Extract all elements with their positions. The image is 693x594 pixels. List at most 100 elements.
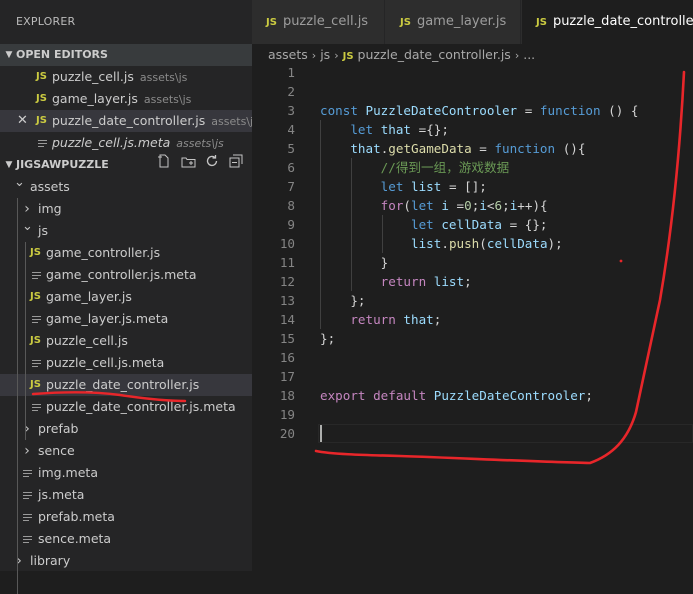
code-line[interactable]: 1 [252, 63, 693, 82]
file-item[interactable]: JS puzzle_date_controller.js [0, 374, 252, 396]
code-line[interactable]: 20 [252, 424, 693, 443]
folder-item[interactable]: › sence [0, 440, 252, 462]
open-editor-item[interactable]: JS puzzle_cell.js assets\js [0, 66, 252, 88]
code-token: let [411, 198, 442, 213]
collapse-all-icon[interactable] [228, 154, 244, 176]
code-token: ; [585, 388, 593, 403]
meta-file-icon [23, 514, 32, 523]
code-token: ; [464, 274, 472, 289]
file-name: puzzle_cell.js.meta [52, 135, 171, 150]
file-item[interactable]: JS game_layer.js [0, 286, 252, 308]
code-line[interactable]: 4 let that ={}; [252, 120, 693, 139]
code-token: function [539, 103, 601, 118]
code-line[interactable]: 19 [252, 405, 693, 424]
file-item[interactable]: game_layer.js.meta [0, 308, 252, 330]
code-token: }; [320, 331, 336, 346]
chevron-down-icon: ⌄ [22, 219, 33, 234]
code-line[interactable]: 5 that.getGameData = function (){ [252, 139, 693, 158]
line-number: 7 [287, 179, 295, 194]
explorer-title: EXPLORER [16, 15, 76, 28]
code-token: 6 [494, 198, 503, 213]
new-file-icon[interactable] [156, 154, 172, 176]
code-token: cellData [486, 236, 548, 251]
code-text: let that ={}; [320, 120, 449, 139]
file-item[interactable]: JS game_controller.js [0, 242, 252, 264]
open-editor-item[interactable]: ✕ JS puzzle_date_controller.js assets\js [0, 110, 259, 132]
breadcrumb-ellipsis[interactable]: ... [523, 47, 535, 62]
code-token: let [380, 179, 412, 194]
tab-puzzle-date-controller-js[interactable]: JS puzzle_date_controller.js [522, 0, 693, 44]
code-line[interactable]: 18 export default PuzzleDateControoler; [252, 386, 693, 405]
code-line[interactable]: 14 return that; [252, 310, 693, 329]
js-file-icon: JS [30, 335, 41, 346]
code-token: list [433, 274, 465, 289]
file-item[interactable]: sence.meta [0, 528, 252, 550]
code-editor[interactable]: 1 2 3 const PuzzleDateControoler = function… [252, 62, 693, 571]
code-text: that.getGameData = function (){ [320, 139, 585, 158]
meta-file-icon [32, 404, 41, 413]
code-line[interactable]: 10 list.push(cellData); [252, 234, 693, 253]
code-line[interactable]: 17 [252, 367, 693, 386]
line-number: 19 [279, 407, 295, 422]
code-line[interactable]: 2 [252, 82, 693, 101]
code-line[interactable]: 6 //得到一组，游戏数据 [252, 158, 693, 177]
folder-item[interactable]: › img [0, 198, 252, 220]
code-token: return [350, 312, 404, 327]
code-line[interactable]: 15}; [252, 329, 693, 348]
code-line[interactable]: 8 for(let i =0;i<6;i++){ [252, 196, 693, 215]
code-line[interactable]: 3 const PuzzleDateControoler = function (… [252, 101, 693, 120]
code-line[interactable]: 13 }; [252, 291, 693, 310]
file-item[interactable]: JS puzzle_cell.js [0, 330, 252, 352]
tree-item-label: js.meta [38, 487, 85, 502]
code-line[interactable]: 12 return list; [252, 272, 693, 291]
code-text: let cellData = {}; [320, 215, 548, 234]
project-header[interactable]: ▼ JIGSAWPUZZLE [0, 154, 252, 176]
code-token: ++){ [517, 198, 548, 213]
file-item[interactable]: prefab.meta [0, 506, 252, 528]
code-token: that [380, 122, 412, 137]
file-name: puzzle_date_controller.js [52, 113, 206, 128]
folder-item[interactable]: ⌄ js [0, 219, 252, 242]
js-file-icon: JS [536, 17, 547, 28]
code-token: PuzzleDateControoler [365, 103, 518, 118]
file-item[interactable]: js.meta [0, 484, 252, 506]
file-item[interactable]: puzzle_cell.js.meta [0, 352, 252, 374]
code-text: } [320, 253, 389, 272]
line-number: 12 [279, 274, 295, 289]
file-item[interactable]: img.meta [0, 462, 252, 484]
folder-item[interactable]: ⌄ assets [0, 175, 252, 198]
code-token: ={}; [411, 122, 449, 137]
code-line[interactable]: 9 let cellData = {}; [252, 215, 693, 234]
folder-item[interactable]: › library [0, 550, 252, 572]
file-item[interactable]: game_controller.js.meta [0, 264, 252, 286]
code-token: = []; [441, 179, 487, 194]
tab-label: puzzle_date_controller.js [552, 14, 693, 29]
code-text: let list = []; [320, 177, 487, 196]
code-token: } [320, 255, 389, 270]
code-line[interactable]: 7 let list = []; [252, 177, 693, 196]
open-editors-header[interactable]: ▼ OPEN EDITORS [0, 44, 252, 66]
file-item[interactable]: puzzle_date_controller.js.meta [0, 396, 252, 418]
new-folder-icon[interactable] [180, 154, 196, 176]
open-editor-filename: puzzle_cell.js assets\js [52, 66, 187, 89]
open-editor-item[interactable]: JS game_layer.js assets\js [0, 88, 252, 110]
breadcrumb-assets[interactable]: assets [268, 47, 308, 62]
code-line[interactable]: 16 [252, 348, 693, 367]
code-line[interactable]: 11 } [252, 253, 693, 272]
tree-item-label: js [38, 223, 48, 238]
tab-puzzle-cell-js[interactable]: JS puzzle_cell.js [252, 0, 385, 44]
js-file-icon: JS [30, 379, 41, 390]
open-editor-filename: puzzle_date_controller.js assets\js [52, 110, 259, 133]
open-editor-item[interactable]: puzzle_cell.js.meta assets\js [0, 132, 252, 154]
refresh-icon[interactable] [204, 154, 220, 176]
close-icon[interactable]: ✕ [17, 110, 28, 132]
js-file-icon: JS [30, 291, 41, 302]
breadcrumb-js[interactable]: js [320, 47, 330, 62]
indent-guide [25, 242, 26, 440]
tab-game-layer-js[interactable]: JS game_layer.js [386, 0, 521, 44]
breadcrumb-file[interactable]: puzzle_date_controller.js [358, 47, 511, 62]
open-editors-label: OPEN EDITORS [16, 48, 108, 61]
folder-item[interactable]: › prefab [0, 418, 252, 440]
code-token: i [441, 198, 449, 213]
